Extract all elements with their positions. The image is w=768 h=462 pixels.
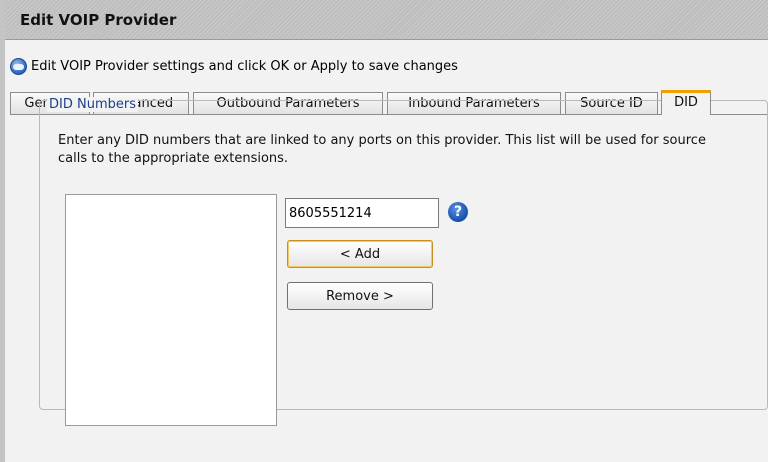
did-number-list[interactable]	[65, 194, 277, 426]
window-title: Edit VOIP Provider	[20, 11, 177, 29]
did-number-input[interactable]	[285, 198, 439, 228]
help-icon[interactable]: ?	[448, 202, 468, 222]
info-message: Edit VOIP Provider settings and click OK…	[31, 59, 458, 74]
info-icon	[10, 58, 27, 75]
add-button[interactable]: < Add	[287, 240, 433, 268]
tab-did[interactable]: DID	[661, 90, 711, 115]
remove-button[interactable]: Remove >	[287, 282, 433, 310]
did-description: Enter any DID numbers that are linked to…	[58, 133, 706, 166]
did-numbers-legend: DID Numbers	[47, 97, 138, 112]
title-bar: Edit VOIP Provider	[5, 0, 768, 40]
